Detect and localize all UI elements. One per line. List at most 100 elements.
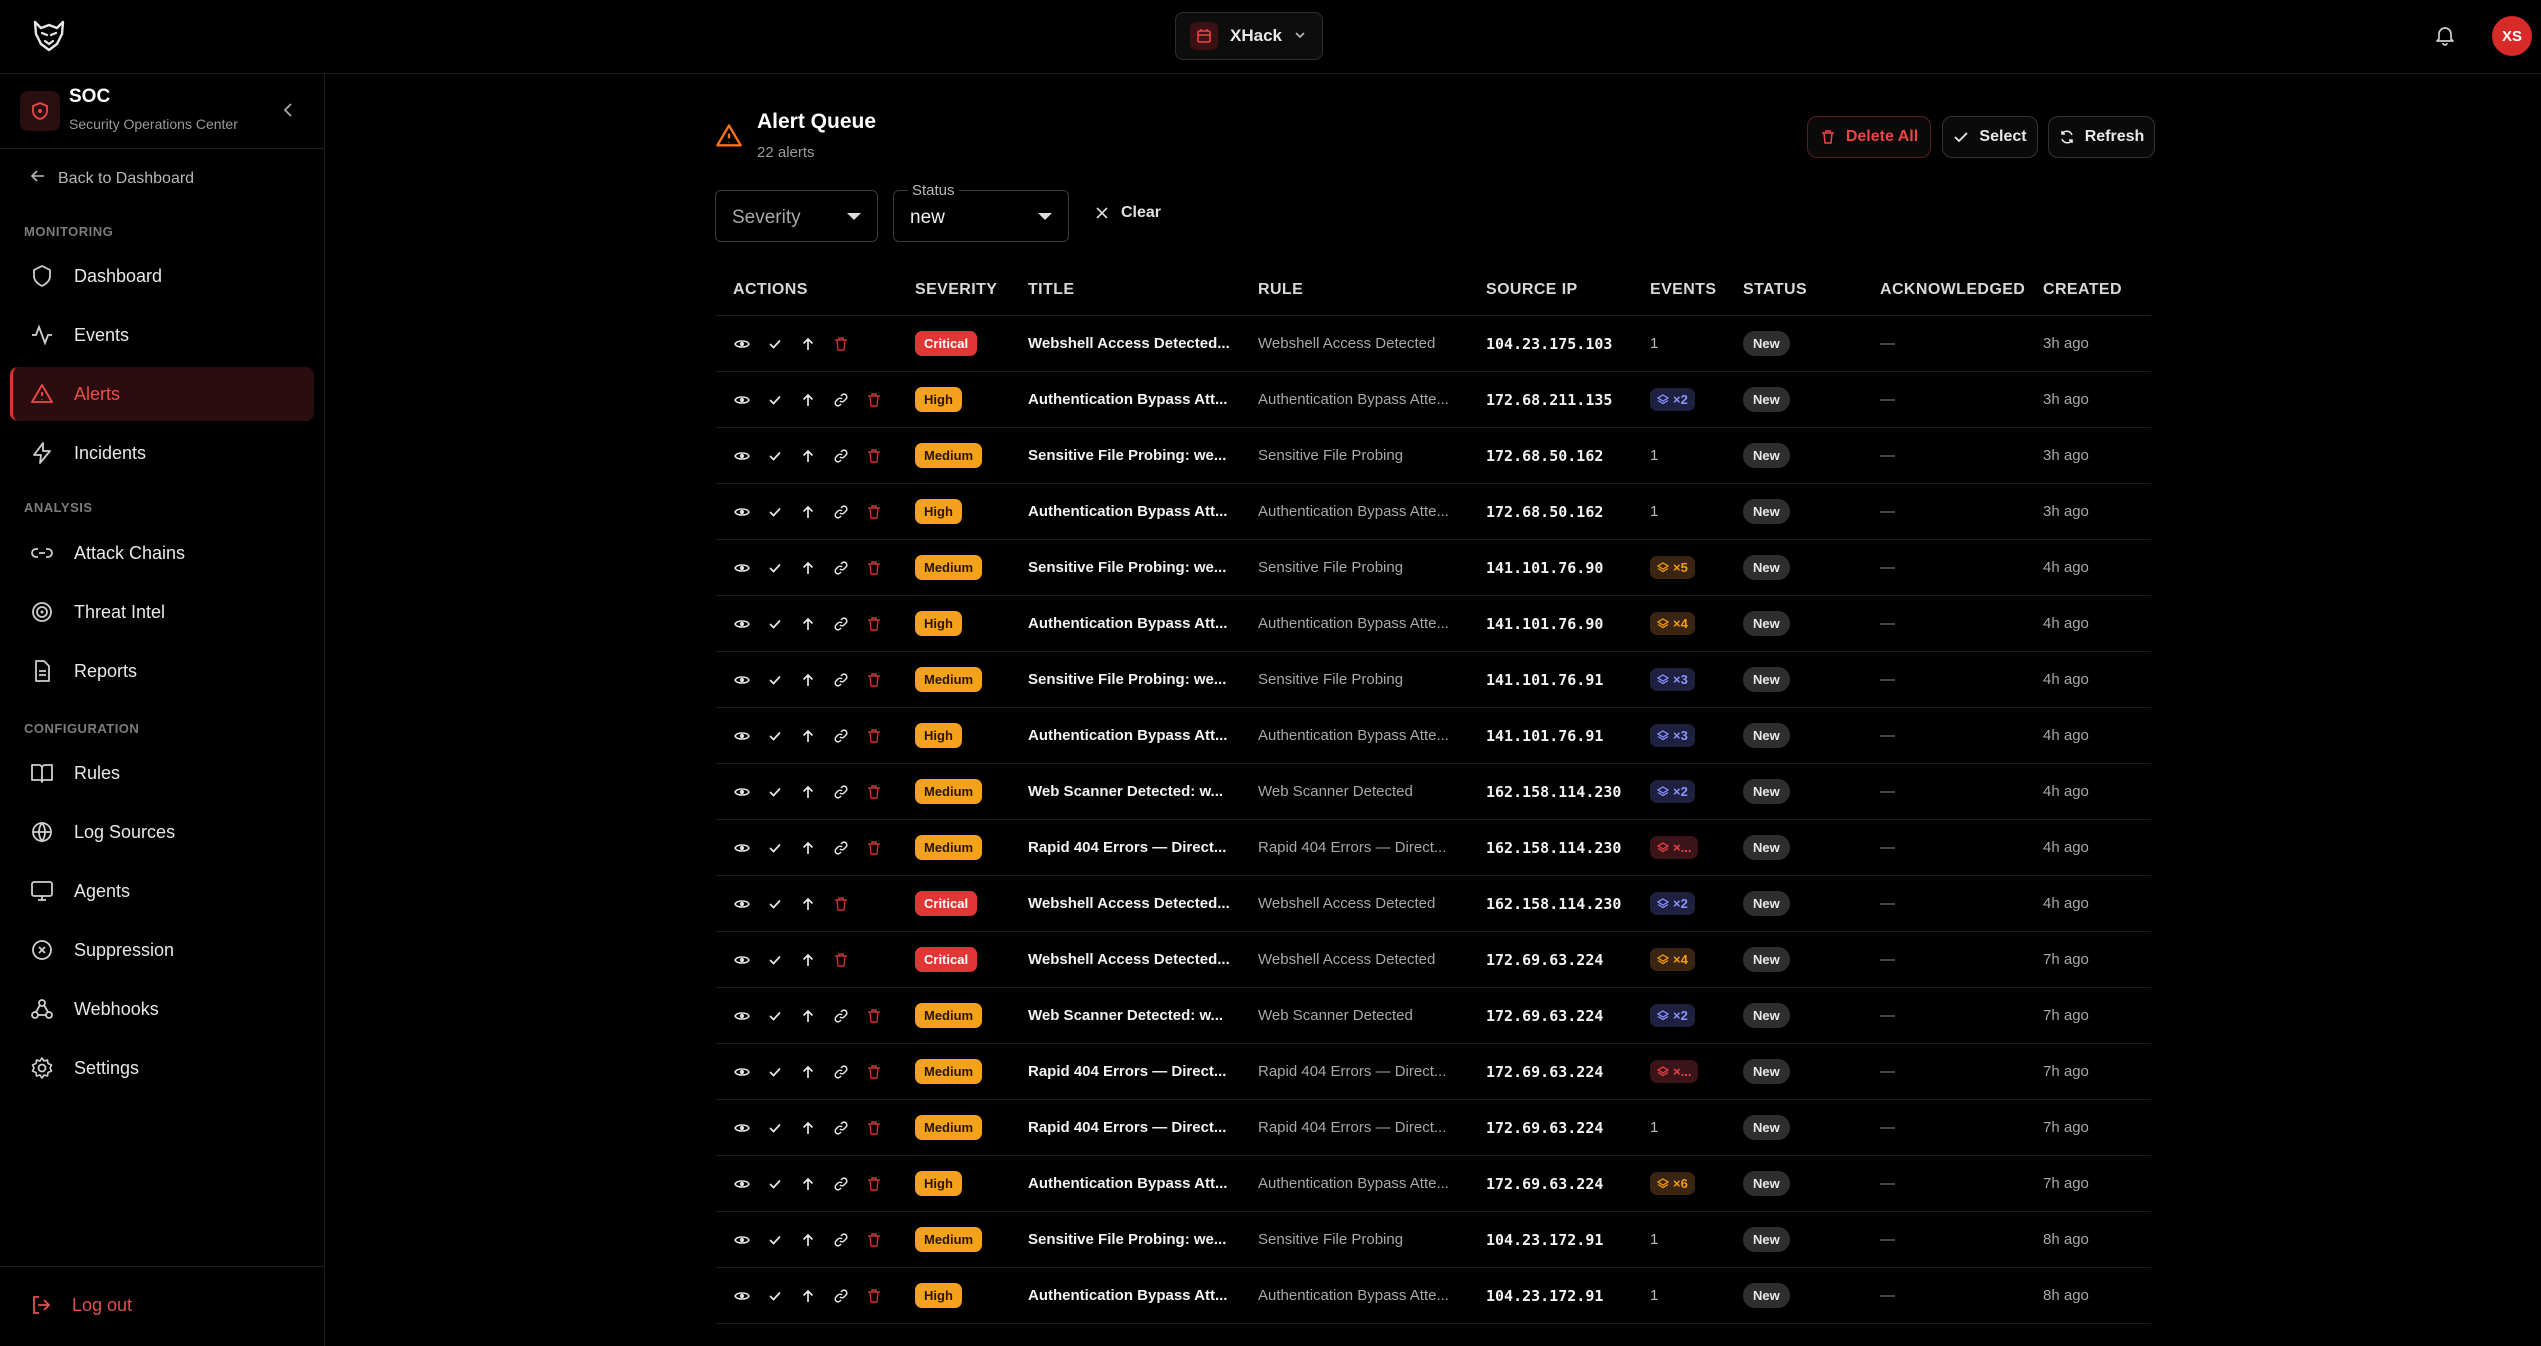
select-button[interactable]: Select — [1942, 116, 2038, 158]
acknowledge-check-icon[interactable] — [766, 335, 784, 353]
table-row[interactable]: High Authentication Bypass Att... Authen… — [715, 372, 2151, 428]
refresh-button[interactable]: Refresh — [2048, 116, 2155, 158]
table-row[interactable]: Critical Webshell Access Detected... Web… — [715, 316, 2151, 372]
delete-trash-icon[interactable] — [865, 1007, 883, 1025]
delete-trash-icon[interactable] — [865, 1175, 883, 1193]
col-title[interactable]: TITLE — [1028, 281, 1258, 299]
escalate-arrow-up-icon[interactable] — [799, 391, 817, 409]
escalate-arrow-up-icon[interactable] — [799, 1007, 817, 1025]
acknowledge-check-icon[interactable] — [766, 839, 784, 857]
sidebar-item-alerts[interactable]: Alerts — [10, 367, 314, 421]
view-eye-icon[interactable] — [733, 503, 751, 521]
escalate-arrow-up-icon[interactable] — [799, 1175, 817, 1193]
delete-trash-icon[interactable] — [865, 1287, 883, 1305]
link-icon[interactable] — [832, 503, 850, 521]
acknowledge-check-icon[interactable] — [766, 1287, 784, 1305]
logout-button[interactable]: Log out — [30, 1294, 132, 1316]
sidebar-item-log-sources[interactable]: Log Sources — [10, 805, 314, 859]
collapse-sidebar-icon[interactable] — [278, 98, 298, 122]
acknowledge-check-icon[interactable] — [766, 783, 784, 801]
view-eye-icon[interactable] — [733, 559, 751, 577]
view-eye-icon[interactable] — [733, 1063, 751, 1081]
delete-all-button[interactable]: Delete All — [1807, 116, 1931, 158]
table-row[interactable]: High Authentication Bypass Att... Authen… — [715, 484, 2151, 540]
acknowledge-check-icon[interactable] — [766, 1175, 784, 1193]
alert-title[interactable]: Sensitive File Probing: we... — [1028, 559, 1258, 576]
view-eye-icon[interactable] — [733, 895, 751, 913]
back-to-dashboard-link[interactable]: Back to Dashboard — [30, 168, 194, 189]
escalate-arrow-up-icon[interactable] — [799, 895, 817, 913]
col-severity[interactable]: SEVERITY — [915, 281, 1028, 299]
escalate-arrow-up-icon[interactable] — [799, 1231, 817, 1249]
escalate-arrow-up-icon[interactable] — [799, 1287, 817, 1305]
link-icon[interactable] — [832, 559, 850, 577]
view-eye-icon[interactable] — [733, 1231, 751, 1249]
link-icon[interactable] — [832, 1063, 850, 1081]
acknowledge-check-icon[interactable] — [766, 727, 784, 745]
table-row[interactable]: Medium Rapid 404 Errors — Direct... Rapi… — [715, 1044, 2151, 1100]
table-row[interactable]: Critical Webshell Access Detected... Web… — [715, 932, 2151, 988]
sidebar-item-events[interactable]: Events — [10, 308, 314, 362]
col-acknowledged[interactable]: ACKNOWLEDGED — [1880, 281, 2043, 299]
delete-trash-icon[interactable] — [832, 895, 850, 913]
delete-trash-icon[interactable] — [865, 671, 883, 689]
escalate-arrow-up-icon[interactable] — [799, 1063, 817, 1081]
sidebar-item-attack-chains[interactable]: Attack Chains — [10, 526, 314, 580]
table-row[interactable]: High Authentication Bypass Att... Authen… — [715, 1268, 2151, 1324]
link-icon[interactable] — [832, 1231, 850, 1249]
alert-title[interactable]: Authentication Bypass Att... — [1028, 615, 1258, 632]
wolf-logo-icon[interactable] — [30, 16, 68, 54]
sidebar-item-rules[interactable]: Rules — [10, 746, 314, 800]
acknowledge-check-icon[interactable] — [766, 503, 784, 521]
link-icon[interactable] — [832, 615, 850, 633]
view-eye-icon[interactable] — [733, 615, 751, 633]
acknowledge-check-icon[interactable] — [766, 447, 784, 465]
link-icon[interactable] — [832, 447, 850, 465]
table-row[interactable]: High Authentication Bypass Att... Authen… — [715, 596, 2151, 652]
delete-trash-icon[interactable] — [865, 783, 883, 801]
escalate-arrow-up-icon[interactable] — [799, 671, 817, 689]
view-eye-icon[interactable] — [733, 1119, 751, 1137]
acknowledge-check-icon[interactable] — [766, 895, 784, 913]
view-eye-icon[interactable] — [733, 1175, 751, 1193]
delete-trash-icon[interactable] — [865, 839, 883, 857]
link-icon[interactable] — [832, 783, 850, 801]
table-row[interactable]: Medium Sensitive File Probing: we... Sen… — [715, 540, 2151, 596]
alert-title[interactable]: Sensitive File Probing: we... — [1028, 671, 1258, 688]
table-row[interactable]: High Authentication Bypass Att... Authen… — [715, 1156, 2151, 1212]
table-row[interactable]: Critical Webshell Access Detected... Web… — [715, 876, 2151, 932]
alert-title[interactable]: Web Scanner Detected: w... — [1028, 783, 1258, 800]
clear-filters-button[interactable]: Clear — [1095, 204, 1161, 222]
escalate-arrow-up-icon[interactable] — [799, 951, 817, 969]
delete-trash-icon[interactable] — [865, 503, 883, 521]
link-icon[interactable] — [832, 671, 850, 689]
severity-filter[interactable]: Severity — [715, 190, 878, 242]
escalate-arrow-up-icon[interactable] — [799, 447, 817, 465]
sidebar-item-threat-intel[interactable]: Threat Intel — [10, 585, 314, 639]
table-row[interactable]: Medium Sensitive File Probing: we... Sen… — [715, 428, 2151, 484]
view-eye-icon[interactable] — [733, 1007, 751, 1025]
escalate-arrow-up-icon[interactable] — [799, 783, 817, 801]
acknowledge-check-icon[interactable] — [766, 1063, 784, 1081]
delete-trash-icon[interactable] — [865, 1119, 883, 1137]
view-eye-icon[interactable] — [733, 839, 751, 857]
view-eye-icon[interactable] — [733, 335, 751, 353]
acknowledge-check-icon[interactable] — [766, 951, 784, 969]
alert-title[interactable]: Authentication Bypass Att... — [1028, 1175, 1258, 1192]
link-icon[interactable] — [832, 1175, 850, 1193]
view-eye-icon[interactable] — [733, 671, 751, 689]
col-events[interactable]: EVENTS — [1650, 281, 1743, 299]
delete-trash-icon[interactable] — [865, 615, 883, 633]
acknowledge-check-icon[interactable] — [766, 615, 784, 633]
alert-title[interactable]: Sensitive File Probing: we... — [1028, 447, 1258, 464]
delete-trash-icon[interactable] — [865, 391, 883, 409]
sidebar-item-dashboard[interactable]: Dashboard — [10, 249, 314, 303]
delete-trash-icon[interactable] — [865, 447, 883, 465]
table-row[interactable]: Medium Web Scanner Detected: w... Web Sc… — [715, 764, 2151, 820]
col-created[interactable]: CREATED — [2043, 281, 2151, 299]
table-row[interactable]: Medium Rapid 404 Errors — Direct... Rapi… — [715, 1100, 2151, 1156]
workspace-switcher[interactable]: XHack — [1175, 12, 1323, 60]
view-eye-icon[interactable] — [733, 951, 751, 969]
table-row[interactable]: Medium Web Scanner Detected: w... Web Sc… — [715, 988, 2151, 1044]
link-icon[interactable] — [832, 391, 850, 409]
